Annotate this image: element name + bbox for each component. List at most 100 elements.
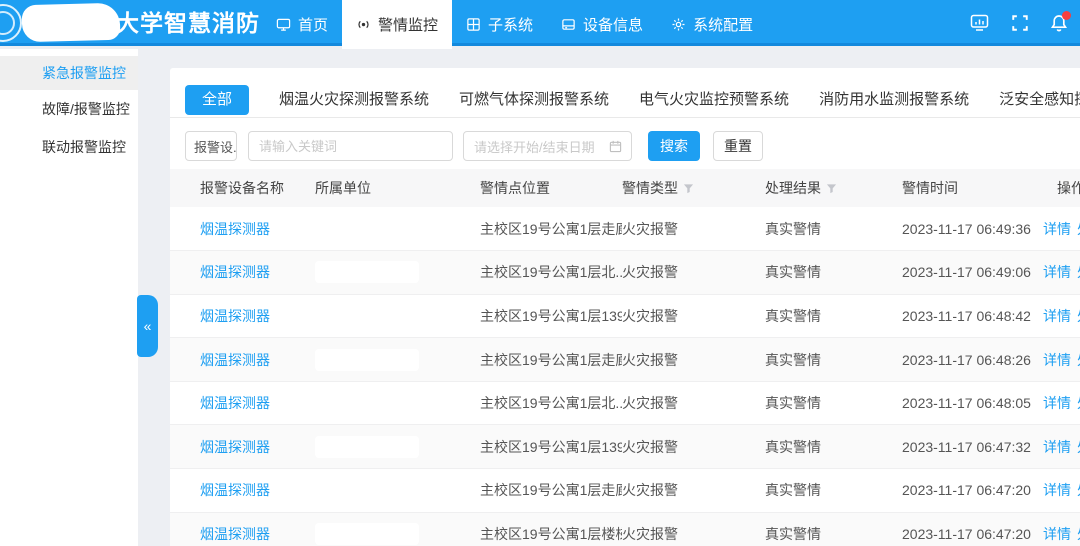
nav-item-3[interactable]: 设备信息 xyxy=(547,0,657,49)
keyword-input[interactable] xyxy=(248,131,453,161)
action-link-0[interactable]: 详情 xyxy=(1043,308,1071,324)
fullscreen-icon[interactable] xyxy=(1011,14,1029,32)
redaction-blob xyxy=(315,436,419,458)
unit-cell xyxy=(315,207,480,251)
unit-cell xyxy=(315,469,480,513)
reset-button[interactable]: 重置 xyxy=(713,131,763,161)
tab-3[interactable]: 电气火灾监控预警系统 xyxy=(639,85,789,115)
unit-cell xyxy=(315,338,480,382)
location-cell: 主校区19号公寓1层139 xyxy=(480,294,622,338)
tab-2[interactable]: 可燃气体探测报警系统 xyxy=(459,85,609,115)
table-row: 烟温探测器主校区19号公寓1层北...火灾报警真实警情2023-11-17 06… xyxy=(170,251,1080,295)
alarm-type-cell: 火灾报警 xyxy=(622,469,765,513)
chevron-double-left-icon: « xyxy=(144,318,152,334)
actions-cell: 详情处理 xyxy=(1043,381,1080,425)
action-link-0[interactable]: 详情 xyxy=(1043,352,1071,368)
table-row: 烟温探测器主校区19号公寓1层139火灾报警真实警情2023-11-17 06:… xyxy=(170,425,1080,469)
device-name-link[interactable]: 烟温探测器 xyxy=(200,482,270,498)
result-cell: 真实警情 xyxy=(765,338,902,382)
tabs-divider xyxy=(170,117,1080,118)
result-cell: 真实警情 xyxy=(765,294,902,338)
tab-label: 电气火灾监控预警系统 xyxy=(639,91,789,108)
filter-funnel-icon[interactable] xyxy=(678,180,694,196)
result-cell: 真实警情 xyxy=(765,512,902,546)
unit-cell xyxy=(315,251,480,295)
table-row: 烟温探测器主校区19号公寓1层走廊4火灾报警真实警情2023-11-17 06:… xyxy=(170,469,1080,513)
device-name-link[interactable]: 烟温探测器 xyxy=(200,526,270,542)
redaction-blob xyxy=(315,523,419,545)
nav-item-0[interactable]: 首页 xyxy=(262,0,342,49)
column-header-1: 所属单位 xyxy=(315,169,480,207)
sidebar-item-0[interactable]: 紧急报警监控 xyxy=(0,56,138,90)
actions-cell: 详情处理 xyxy=(1043,294,1080,338)
table-row: 烟温探测器主校区19号公寓1层走廊4火灾报警真实警情2023-11-17 06:… xyxy=(170,207,1080,251)
alarm-type-select[interactable]: 报警设... xyxy=(185,131,237,161)
actions-cell: 详情处理 xyxy=(1043,251,1080,295)
location-cell: 主校区19号公寓1层走廊4 xyxy=(480,338,622,382)
date-range-picker[interactable]: 请选择开始/结束日期 xyxy=(463,131,632,161)
actions-cell: 详情处理 xyxy=(1043,425,1080,469)
table-header-row: 报警设备名称所属单位警情点位置警情类型处理结果警情时间操作 xyxy=(170,169,1080,207)
sidebar-collapse-button[interactable]: « xyxy=(137,295,158,357)
alarm-monitor-icon xyxy=(356,17,371,32)
nav-item-4[interactable]: 系统配置 xyxy=(657,0,767,49)
column-label: 警情点位置 xyxy=(480,180,550,196)
sidebar-item-label: 故障/报警监控 xyxy=(42,101,130,117)
redaction-blob xyxy=(315,349,419,371)
nav-item-1[interactable]: 警情监控 xyxy=(342,0,452,49)
nav-item-2[interactable]: 子系统 xyxy=(452,0,547,49)
action-link-0[interactable]: 详情 xyxy=(1043,526,1071,542)
search-button[interactable]: 搜索 xyxy=(648,131,700,161)
result-cell: 真实警情 xyxy=(765,381,902,425)
sidebar-item-1[interactable]: 故障/报警监控 xyxy=(0,90,138,128)
column-label: 所属单位 xyxy=(315,180,371,196)
location-cell: 主校区19号公寓1层北... xyxy=(480,251,622,295)
tab-1[interactable]: 烟温火灾探测报警系统 xyxy=(279,85,429,115)
time-cell: 2023-11-17 06:47:32 xyxy=(902,425,1043,469)
nav-item-label: 首页 xyxy=(298,14,328,35)
device-name-link[interactable]: 烟温探测器 xyxy=(200,308,270,324)
column-label: 报警设备名称 xyxy=(200,180,284,196)
alarm-type-cell: 火灾报警 xyxy=(622,338,765,382)
sidebar-item-2[interactable]: 联动报警监控 xyxy=(0,128,138,166)
device-name-link[interactable]: 烟温探测器 xyxy=(200,264,270,280)
device-name-link[interactable]: 烟温探测器 xyxy=(200,221,270,237)
unit-cell xyxy=(315,425,480,469)
column-header-4: 处理结果 xyxy=(765,169,902,207)
device-name-link[interactable]: 烟温探测器 xyxy=(200,352,270,368)
subsystem-icon xyxy=(466,17,481,32)
result-cell: 真实警情 xyxy=(765,469,902,513)
top-toolbar xyxy=(969,0,1068,46)
nav-item-label: 警情监控 xyxy=(378,14,438,35)
unit-cell xyxy=(315,512,480,546)
tab-label: 泛安全感知探测报警系统 xyxy=(999,91,1080,108)
top-header: 大学智慧消防 首页警情监控子系统设备信息系统配置 xyxy=(0,0,1080,46)
filter-funnel-icon[interactable] xyxy=(821,180,837,196)
time-cell: 2023-11-17 06:47:20 xyxy=(902,512,1043,546)
device-info-icon xyxy=(561,17,576,32)
notification-bell-icon[interactable] xyxy=(1050,14,1068,33)
tab-5[interactable]: 泛安全感知探测报警系统 xyxy=(999,85,1080,115)
action-link-0[interactable]: 详情 xyxy=(1043,395,1071,411)
tab-0[interactable]: 全部 xyxy=(185,85,249,115)
unit-cell xyxy=(315,294,480,338)
device-name-link[interactable]: 烟温探测器 xyxy=(200,395,270,411)
action-link-0[interactable]: 详情 xyxy=(1043,221,1071,237)
column-label: 处理结果 xyxy=(765,180,821,196)
tab-label: 消防用水监测报警系统 xyxy=(819,91,969,108)
alarm-type-cell: 火灾报警 xyxy=(622,207,765,251)
action-link-0[interactable]: 详情 xyxy=(1043,482,1071,498)
alarm-type-cell: 火灾报警 xyxy=(622,381,765,425)
top-nav: 首页 警情监控子系统设备信息系统配置 xyxy=(262,0,767,49)
action-link-0[interactable]: 详情 xyxy=(1043,264,1071,280)
result-cell: 真实警情 xyxy=(765,251,902,295)
tab-label: 可燃气体探测报警系统 xyxy=(459,91,609,108)
time-cell: 2023-11-17 06:48:26 xyxy=(902,338,1043,382)
tab-4[interactable]: 消防用水监测报警系统 xyxy=(819,85,969,115)
actions-cell: 详情处理 xyxy=(1043,207,1080,251)
alarm-type-select-value: 报警设... xyxy=(194,137,237,156)
column-label: 操作 xyxy=(1057,180,1080,196)
device-name-link[interactable]: 烟温探测器 xyxy=(200,439,270,455)
action-link-0[interactable]: 详情 xyxy=(1043,439,1071,455)
dashboard-icon[interactable] xyxy=(969,13,990,33)
